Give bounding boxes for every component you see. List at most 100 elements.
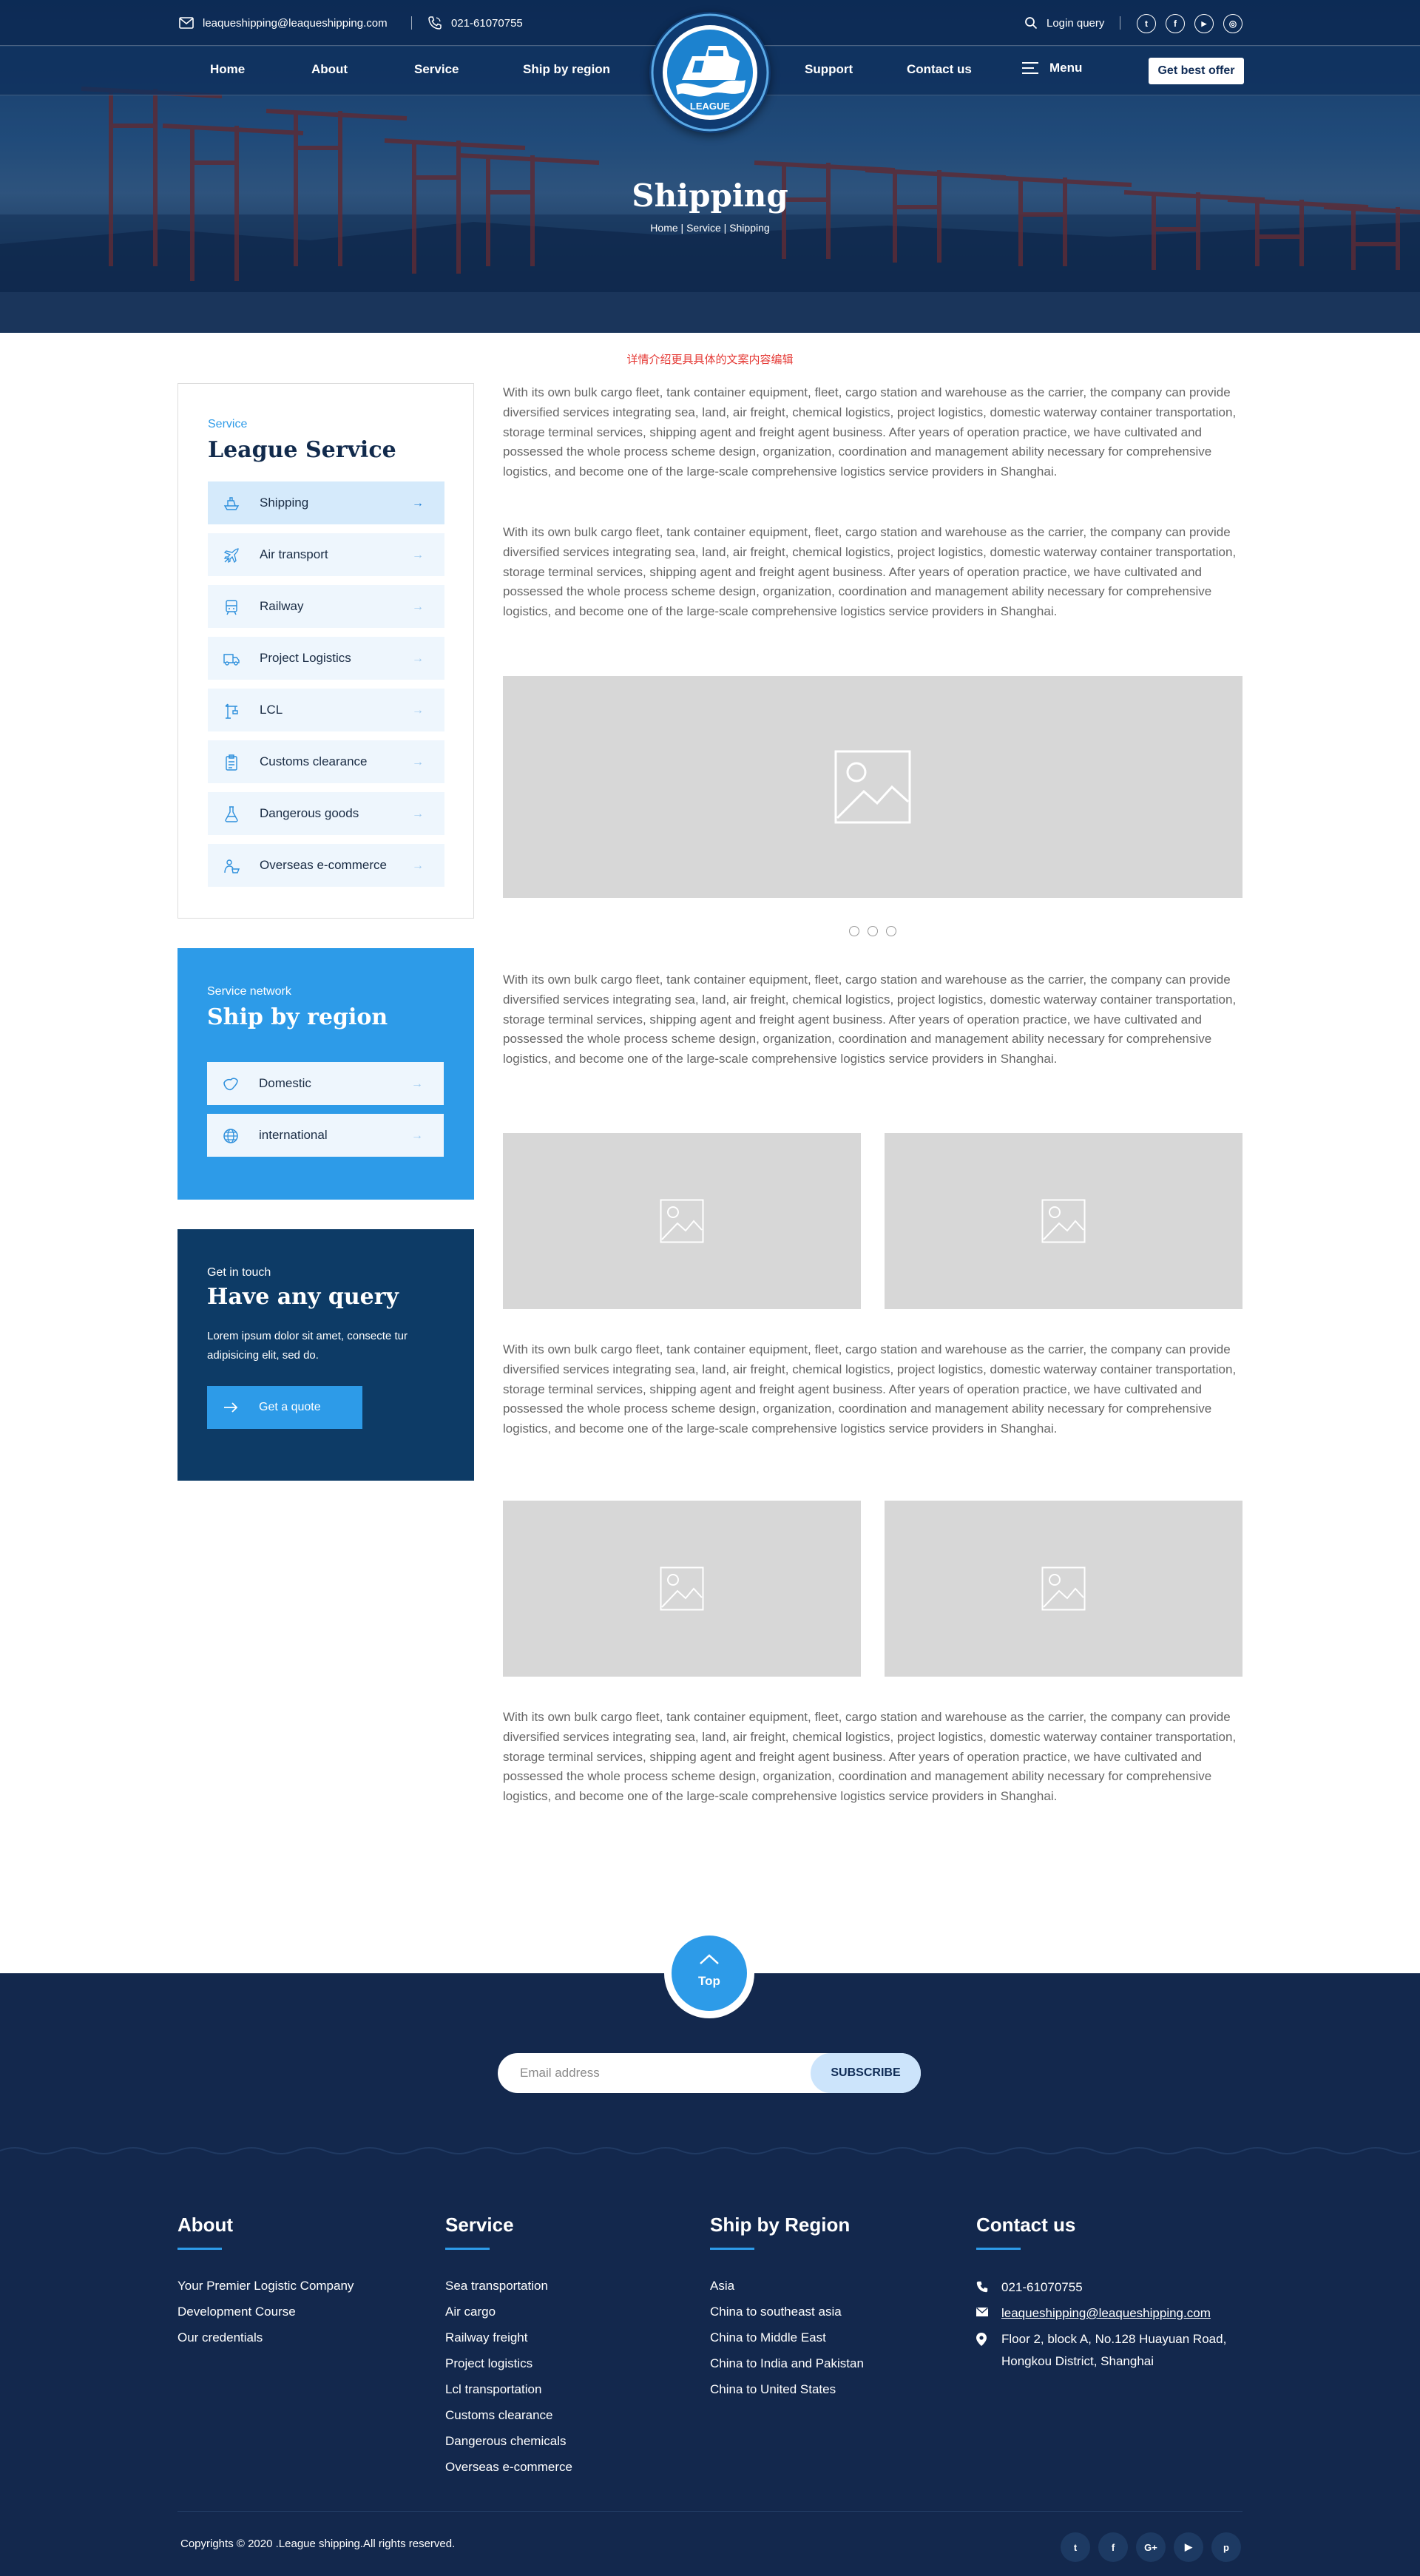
query-box: Get in touch Have any query Lorem ipsum … xyxy=(178,1229,474,1481)
footer-link[interactable]: China to India and Pakistan xyxy=(710,2356,864,2371)
arrow-right-icon: → xyxy=(412,756,424,768)
facebook-icon[interactable]: f xyxy=(1166,14,1185,33)
nav-contact-us[interactable]: Contact us xyxy=(907,62,972,77)
footer-link[interactable]: Overseas e-commerce xyxy=(445,2460,572,2475)
breadcrumb-service[interactable]: Service xyxy=(686,222,721,234)
sidebar-item-customs-clearance[interactable]: Customs clearance → xyxy=(208,740,444,783)
mail-icon xyxy=(179,17,194,29)
nav-ship-by-region[interactable]: Ship by region xyxy=(523,62,610,77)
sidebar-item-railway[interactable]: Railway → xyxy=(208,585,444,628)
china-map-icon xyxy=(223,1078,238,1091)
sidebar-item-shipping[interactable]: Shipping → xyxy=(208,481,444,524)
image-slider[interactable] xyxy=(503,676,1242,898)
get-best-offer-button[interactable]: Get best offer xyxy=(1149,58,1244,84)
instagram-icon[interactable]: ◎ xyxy=(1223,14,1242,33)
content-paragraph: With its own bulk cargo fleet, tank cont… xyxy=(503,1342,1237,1436)
back-to-top-button[interactable]: Top xyxy=(672,1936,747,2011)
menu-label: Menu xyxy=(1049,61,1083,75)
footer-link[interactable]: China to United States xyxy=(710,2382,836,2397)
footer-link[interactable]: Railway freight xyxy=(445,2330,528,2345)
pinterest-icon[interactable]: p xyxy=(1211,2532,1241,2562)
footer-link[interactable]: China to Middle East xyxy=(710,2330,826,2345)
sidebar-item-project-logistics[interactable]: Project Logistics → xyxy=(208,637,444,680)
facebook-icon[interactable]: f xyxy=(1098,2532,1128,2562)
image-placeholder-icon xyxy=(660,1199,704,1243)
sidebar-item-label: Air transport xyxy=(260,547,328,561)
get-quote-button[interactable]: Get a quote xyxy=(207,1386,362,1429)
content-paragraph: With its own bulk cargo fleet, tank cont… xyxy=(503,525,1237,619)
editor-notice: 详情介绍更具具体的文案内容编辑 xyxy=(626,354,794,366)
footer-link[interactable]: Development Course xyxy=(178,2305,296,2319)
footer-phone[interactable]: 021-61070755 xyxy=(976,2276,1083,2299)
nav-support[interactable]: Support xyxy=(805,62,853,77)
copyright: Copyrights © 2020 .League shipping.All r… xyxy=(180,2538,456,2550)
sidebar-item-label: LCL xyxy=(260,703,283,717)
arrow-right-icon xyxy=(224,1402,238,1413)
sidebar-item-air-transport[interactable]: Air transport → xyxy=(208,533,444,576)
train-icon xyxy=(226,600,237,615)
phone-icon xyxy=(428,16,442,30)
youtube-icon[interactable]: ▶ xyxy=(1194,14,1214,33)
chevron-up-icon xyxy=(700,1954,719,1964)
footer-link[interactable]: Sea transportation xyxy=(445,2279,548,2293)
image-placeholder-icon xyxy=(1041,1199,1086,1243)
slider-dot[interactable] xyxy=(868,926,878,936)
youtube-icon[interactable]: ▶ xyxy=(1174,2532,1203,2562)
ship-logo-icon: LEAGUE xyxy=(651,13,769,132)
region-item-domestic[interactable]: Domestic → xyxy=(207,1062,444,1105)
footer-link[interactable]: Our credentials xyxy=(178,2330,263,2345)
google-plus-icon[interactable]: G+ xyxy=(1136,2532,1166,2562)
footer-link[interactable]: Air cargo xyxy=(445,2305,496,2319)
menu-button[interactable]: Menu xyxy=(1021,61,1082,75)
subscribe-button[interactable]: SUBSCRIBE xyxy=(811,2053,921,2093)
slider-dot[interactable] xyxy=(849,926,859,936)
nav-about[interactable]: About xyxy=(311,62,348,77)
ship-icon xyxy=(223,497,240,510)
twitter-icon[interactable]: t xyxy=(1061,2532,1090,2562)
footer-email[interactable]: leaqueshipping@leaqueshipping.com xyxy=(976,2302,1211,2325)
arrow-right-icon: → xyxy=(412,808,424,820)
region-sidebar: Service network Ship by region Domestic … xyxy=(178,948,474,1200)
email-input[interactable] xyxy=(520,2053,764,2093)
footer-email-text: leaqueshipping@leaqueshipping.com xyxy=(1001,2306,1211,2320)
footer-link[interactable]: Lcl transportation xyxy=(445,2382,541,2397)
nav-home[interactable]: Home xyxy=(210,62,245,77)
arrow-right-icon: → xyxy=(412,497,424,510)
topbar-phone-text: 021-61070755 xyxy=(451,16,523,30)
sidebar-item-label: Customs clearance xyxy=(260,754,368,768)
footer-service-title: Service xyxy=(445,2214,514,2236)
slider-dot[interactable] xyxy=(886,926,896,936)
sidebar-item-dangerous-goods[interactable]: Dangerous goods → xyxy=(208,792,444,835)
globe-icon xyxy=(223,1129,238,1143)
footer-divider xyxy=(178,2511,1242,2512)
footer-link[interactable]: Customs clearance xyxy=(445,2408,553,2423)
login-query[interactable]: Login query xyxy=(1024,14,1104,32)
sidebar-item-overseas-e-commerce[interactable]: Overseas e-commerce → xyxy=(208,844,444,887)
footer-phone-text: 021-61070755 xyxy=(1001,2280,1083,2294)
image-placeholder-icon xyxy=(660,1566,704,1611)
footer-link[interactable]: Asia xyxy=(710,2279,734,2293)
sidebar-item-lcl[interactable]: LCL → xyxy=(208,689,444,731)
arrow-right-icon: → xyxy=(412,704,424,717)
flask-icon xyxy=(225,806,238,822)
topbar-email[interactable]: leaqueshipping@leaqueshipping.com xyxy=(179,14,388,32)
image-placeholder xyxy=(503,1133,861,1309)
footer-link[interactable]: Dangerous chemicals xyxy=(445,2434,566,2449)
footer-link[interactable]: Project logistics xyxy=(445,2356,532,2371)
topbar-phone[interactable]: 021-61070755 xyxy=(427,14,523,32)
breadcrumb-home[interactable]: Home xyxy=(650,222,677,234)
footer-link[interactable]: China to southeast asia xyxy=(710,2305,842,2319)
footer-link[interactable]: Your Premier Logistic Company xyxy=(178,2279,354,2293)
region-item-international[interactable]: international → xyxy=(207,1114,444,1157)
arrow-right-icon: → xyxy=(412,601,424,613)
nav-service[interactable]: Service xyxy=(414,62,459,77)
query-text: Lorem ipsum dolor sit amet, consecte tur… xyxy=(207,1330,408,1362)
league-logo[interactable]: LEAGUE xyxy=(649,12,771,133)
breadcrumb-current: Shipping xyxy=(729,222,770,234)
top-label: Top xyxy=(698,1974,720,1988)
twitter-icon[interactable]: t xyxy=(1137,14,1156,33)
region-label: Domestic xyxy=(259,1076,311,1090)
topbar-email-text: leaqueshipping@leaqueshipping.com xyxy=(203,16,388,30)
footer-title-underline xyxy=(710,2248,754,2250)
crane-icon xyxy=(225,703,238,719)
